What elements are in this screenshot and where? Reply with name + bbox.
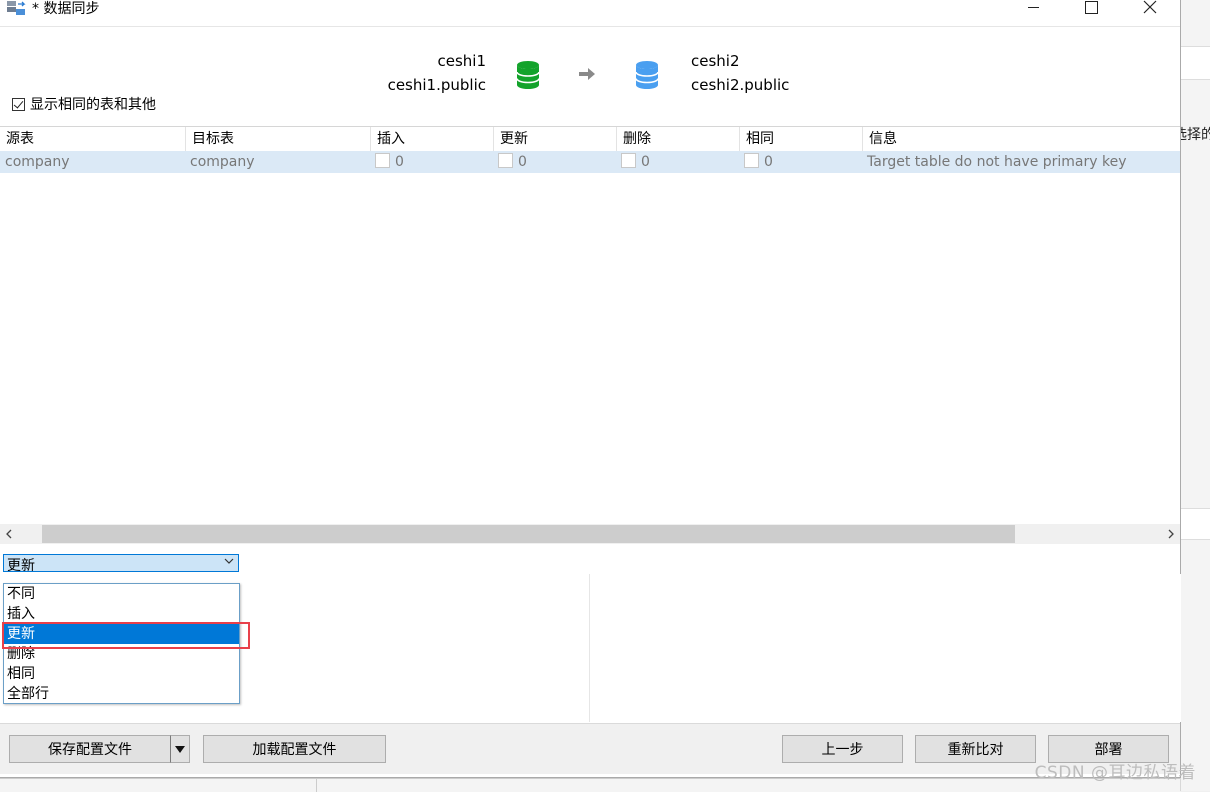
minimize-icon — [1027, 6, 1039, 8]
column-header-source-table[interactable]: 源表 — [0, 127, 186, 151]
row-filter-selected-value: 更新 — [7, 558, 35, 572]
column-header-target-table[interactable]: 目标表 — [186, 127, 371, 151]
save-config-button[interactable]: 保存配置文件 — [9, 735, 171, 763]
show-same-checkbox[interactable] — [12, 97, 25, 111]
footer-bar: 保存配置文件 加载配置文件 上一步 重新比对 部署 — [0, 723, 1180, 774]
title-bar[interactable]: * 数据同步 — [0, 0, 1180, 27]
chevron-right-icon — [1168, 529, 1174, 539]
source-connection-name: ceshi1 — [437, 52, 486, 70]
scroll-left-button[interactable] — [0, 524, 18, 544]
data-sync-window: * 数据同步 ceshi1 ceshi1.public ceshi2 ceshi… — [0, 0, 1181, 778]
window-title: * 数据同步 — [32, 1, 100, 17]
filter-option-insert[interactable]: 插入 — [4, 604, 239, 624]
show-same-label: 显示相同的表和其他 — [30, 97, 156, 113]
update-count: 0 — [518, 154, 527, 170]
same-checkbox[interactable] — [744, 153, 759, 168]
grid-header: 源表 目标表 插入 更新 删除 相同 信息 — [0, 127, 1180, 152]
delete-count: 0 — [641, 154, 650, 170]
filter-option-different[interactable]: 不同 — [4, 584, 239, 604]
previous-step-button[interactable]: 上一步 — [782, 735, 903, 763]
comparison-grid[interactable]: 源表 目标表 插入 更新 删除 相同 信息 company company 0 … — [0, 126, 1180, 529]
column-header-update[interactable]: 更新 — [494, 127, 617, 151]
delete-checkbox[interactable] — [621, 153, 636, 168]
same-count: 0 — [764, 154, 773, 170]
column-header-info[interactable]: 信息 — [863, 127, 1180, 151]
column-header-delete[interactable]: 删除 — [617, 127, 740, 151]
target-connection-name: ceshi2 — [691, 52, 740, 70]
source-database-icon — [516, 61, 540, 89]
show-same-option[interactable]: 显示相同的表和其他 — [12, 94, 156, 114]
maximize-icon — [1084, 0, 1098, 14]
background-panel: 选择的 — [1173, 0, 1210, 791]
filter-option-same[interactable]: 相同 — [4, 664, 239, 684]
update-checkbox[interactable] — [498, 153, 513, 168]
column-header-insert[interactable]: 插入 — [371, 127, 494, 151]
cell-same: 0 — [739, 151, 773, 173]
maximize-button[interactable] — [1068, 0, 1114, 18]
csdn-watermark: CSDN @耳边私语着 — [1034, 763, 1196, 783]
recompare-button[interactable]: 重新比对 — [915, 735, 1036, 763]
filter-option-all-rows[interactable]: 全部行 — [4, 684, 239, 704]
data-sync-app-icon — [7, 1, 26, 15]
scrollbar-thumb[interactable] — [42, 525, 1015, 543]
target-database-icon — [635, 61, 659, 89]
row-filter-select[interactable]: 更新 — [3, 554, 239, 572]
cell-info: Target table do not have primary key — [867, 154, 1127, 170]
annotation-highlight-box — [2, 622, 250, 649]
detail-right-panel — [589, 574, 1181, 722]
dropdown-triangle-icon — [175, 745, 185, 753]
cell-update: 0 — [493, 151, 527, 173]
table-row[interactable]: company company 0 0 0 0 Target table do … — [0, 151, 1180, 173]
chevron-left-icon — [6, 529, 12, 539]
target-schema-name: ceshi2.public — [691, 76, 790, 94]
source-schema-name: ceshi1.public — [387, 76, 486, 94]
close-button[interactable] — [1127, 0, 1173, 18]
close-icon — [1143, 0, 1157, 14]
minimize-button[interactable] — [1010, 0, 1056, 18]
sync-direction-arrow-icon — [579, 68, 595, 80]
cell-source-table: company — [5, 154, 70, 170]
scroll-right-button[interactable] — [1162, 524, 1180, 544]
background-bottom — [0, 778, 1180, 792]
column-header-same[interactable]: 相同 — [740, 127, 863, 151]
insert-count: 0 — [395, 154, 404, 170]
cell-delete: 0 — [616, 151, 650, 173]
save-config-dropdown-button[interactable] — [170, 735, 190, 763]
chevron-down-icon — [224, 558, 234, 564]
background-strip — [1181, 508, 1210, 540]
load-config-button[interactable]: 加载配置文件 — [203, 735, 386, 763]
grid-horizontal-scrollbar[interactable] — [0, 524, 1180, 544]
cell-insert: 0 — [370, 151, 404, 173]
background-strip — [1181, 46, 1210, 80]
cell-target-table: company — [190, 154, 255, 170]
insert-checkbox[interactable] — [375, 153, 390, 168]
